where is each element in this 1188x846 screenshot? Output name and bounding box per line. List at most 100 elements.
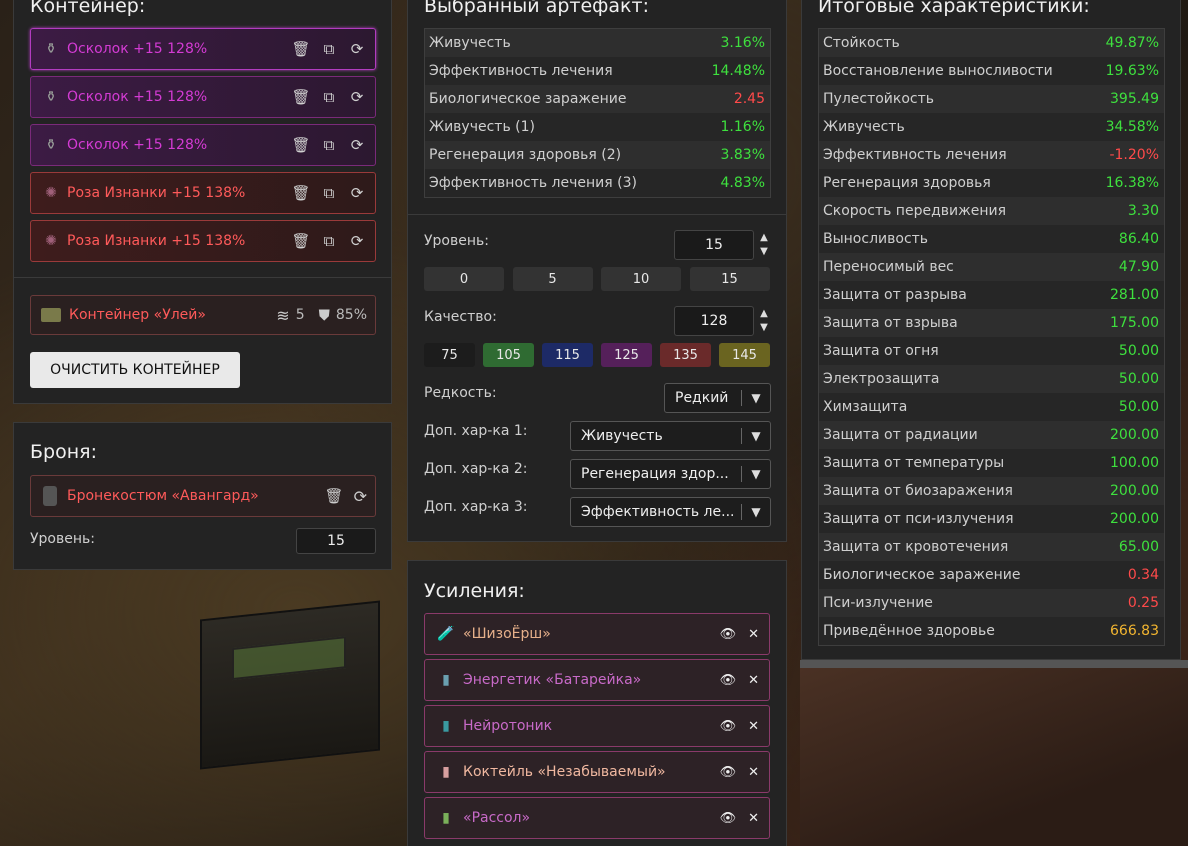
artifact-name: Осколок +15 128% [67, 41, 208, 57]
delete-icon[interactable]: 🗑 [325, 487, 344, 505]
stat-row: Защита от огня 50.00 [819, 337, 1164, 365]
copy-icon[interactable]: ⧉ [319, 183, 339, 203]
replace-icon[interactable]: ⟳ [347, 231, 367, 251]
close-icon[interactable]: ✕ [748, 627, 759, 642]
delete-icon[interactable]: 🗑 [291, 87, 311, 107]
rarity-select[interactable]: Редкий ▼ [664, 383, 771, 413]
boost-item[interactable]: ▮ «Рассол» 👁 ✕ [424, 797, 770, 839]
stat-name: Живучесть [823, 119, 905, 135]
stat-name: Пси-излучение [823, 595, 933, 611]
artifact-slot[interactable]: ⚱ Осколок +15 128% 🗑 ⧉ ⟳ [30, 28, 376, 70]
level-preset-button[interactable]: 0 [424, 267, 504, 291]
jar-icon: ▮ [442, 810, 450, 826]
level-label: Уровень: [424, 233, 489, 249]
stat-name: Приведённое здоровье [823, 623, 995, 639]
boost-name: Коктейль «Незабываемый» [463, 764, 666, 780]
level-preset-button[interactable]: 5 [512, 267, 593, 291]
level-input[interactable]: 15 [674, 230, 754, 260]
quality-preset-button[interactable]: 125 [601, 343, 652, 367]
replace-icon[interactable]: ⟳ [347, 39, 367, 59]
quality-label: Качество: [424, 309, 497, 325]
level-preset-button[interactable]: 15 [689, 267, 770, 291]
armor-name: Бронекостюм «Авангард» [67, 488, 259, 504]
boost-item[interactable]: 🧪 «ШизоЁрш» 👁 ✕ [424, 613, 770, 655]
divider [408, 214, 786, 215]
artifact-name: Осколок +15 128% [67, 89, 208, 105]
quality-input[interactable]: 128 [674, 306, 754, 336]
stat-row: Переносимый вес 47.90 [819, 253, 1164, 281]
stat-value: 281.00 [1110, 287, 1159, 303]
stat-value: 19.63% [1105, 63, 1159, 79]
stat-value: 65.00 [1118, 539, 1159, 555]
artifact-slot[interactable]: ⚱ Осколок +15 128% 🗑 ⧉ ⟳ [30, 76, 376, 118]
background-table [800, 660, 1188, 846]
delete-icon[interactable]: 🗑 [291, 183, 311, 203]
artifact-slot[interactable]: ⚱ Осколок +15 128% 🗑 ⧉ ⟳ [30, 124, 376, 166]
stat-row: Восстановление выносливости 19.63% [819, 57, 1164, 85]
stat-value: 175.00 [1110, 315, 1159, 331]
rarity-label: Редкость: [424, 385, 497, 401]
replace-icon[interactable]: ⟳ [347, 135, 367, 155]
container-box[interactable]: Контейнер «Улей» ≋ 5 ⛊ 85% [30, 295, 376, 335]
replace-icon[interactable]: ⟳ [354, 487, 367, 506]
stat-value: 47.90 [1118, 259, 1159, 275]
stat-row: Пси-излучение 0.25 [819, 589, 1164, 617]
quality-preset-button[interactable]: 115 [542, 343, 593, 367]
eye-icon[interactable]: 👁 [720, 719, 737, 734]
copy-icon[interactable]: ⧉ [319, 231, 339, 251]
eye-icon[interactable]: 👁 [720, 627, 737, 642]
boost-name: «Рассол» [463, 810, 531, 826]
quality-preset-button[interactable]: 105 [483, 343, 534, 367]
copy-icon[interactable]: ⧉ [319, 135, 339, 155]
quality-preset-button[interactable]: 145 [719, 343, 770, 367]
close-icon[interactable]: ✕ [748, 765, 759, 780]
replace-icon[interactable]: ⟳ [347, 87, 367, 107]
armor-level-input[interactable]: 15 [296, 528, 376, 554]
eye-icon[interactable]: 👁 [720, 765, 737, 780]
copy-icon[interactable]: ⧉ [319, 87, 339, 107]
selected-artifact-panel: Выбранный артефакт: Живучесть 3.16% Эффект… [407, 0, 787, 542]
clear-container-button[interactable]: ОЧИСТИТЬ КОНТЕЙНЕР [30, 352, 240, 388]
layers-icon: ≋ [276, 305, 290, 325]
eye-icon[interactable]: 👁 [720, 811, 737, 826]
stat-name: Скорость передвижения [823, 203, 1006, 219]
stat-value: 3.16% [720, 35, 765, 51]
close-icon[interactable]: ✕ [748, 811, 759, 826]
stat-value: 86.40 [1118, 231, 1159, 247]
delete-icon[interactable]: 🗑 [291, 39, 311, 59]
copy-icon[interactable]: ⧉ [319, 39, 339, 59]
level-stepper[interactable]: ▲ ▼ [758, 231, 770, 261]
close-icon[interactable]: ✕ [748, 719, 759, 734]
delete-icon[interactable]: 🗑 [291, 231, 311, 251]
stat-value: 34.58% [1105, 119, 1159, 135]
quality-stepper[interactable]: ▲ ▼ [758, 307, 770, 337]
close-icon[interactable]: ✕ [748, 673, 759, 688]
replace-icon[interactable]: ⟳ [347, 183, 367, 203]
stat-row: Живучесть 3.16% [425, 29, 770, 57]
eye-icon[interactable]: 👁 [720, 673, 737, 688]
extra2-select[interactable]: Регенерация здор... ▼ [570, 459, 771, 489]
stat-value: 2.45 [733, 91, 765, 107]
boost-item[interactable]: ▮ Энергетик «Батарейка» 👁 ✕ [424, 659, 770, 701]
level-preset-button[interactable]: 10 [601, 267, 681, 291]
stat-name: Выносливость [823, 231, 929, 247]
boost-item[interactable]: ▮ Нейротоник 👁 ✕ [424, 705, 770, 747]
armor-item[interactable]: Бронекостюм «Авангард» 🗑 ⟳ [30, 475, 376, 517]
boost-name: «ШизоЁрш» [463, 626, 551, 642]
stat-value: 200.00 [1110, 483, 1159, 499]
stat-row: Защита от биозаражения 200.00 [819, 477, 1164, 505]
quality-preset-button[interactable]: 135 [660, 343, 711, 367]
stat-name: Переносимый вес [823, 259, 954, 275]
shard-artifact-icon: ⚱ [45, 89, 57, 105]
artifact-slot[interactable]: ✺ Роза Изнанки +15 138% 🗑 ⧉ ⟳ [30, 172, 376, 214]
artifact-slot[interactable]: ✺ Роза Изнанки +15 138% 🗑 ⧉ ⟳ [30, 220, 376, 262]
stat-row: Электрозащита 50.00 [819, 365, 1164, 393]
boost-item[interactable]: ▮ Коктейль «Незабываемый» 👁 ✕ [424, 751, 770, 793]
chevron-down-icon: ▼ [751, 505, 761, 519]
extra3-select[interactable]: Эффективность ле... ▼ [570, 497, 771, 527]
extra1-select[interactable]: Живучесть ▼ [570, 421, 771, 451]
quality-preset-button[interactable]: 75 [424, 343, 475, 367]
delete-icon[interactable]: 🗑 [291, 135, 311, 155]
stat-row: Защита от взрыва 175.00 [819, 309, 1164, 337]
stat-name: Эффективность лечения (3) [429, 175, 637, 191]
